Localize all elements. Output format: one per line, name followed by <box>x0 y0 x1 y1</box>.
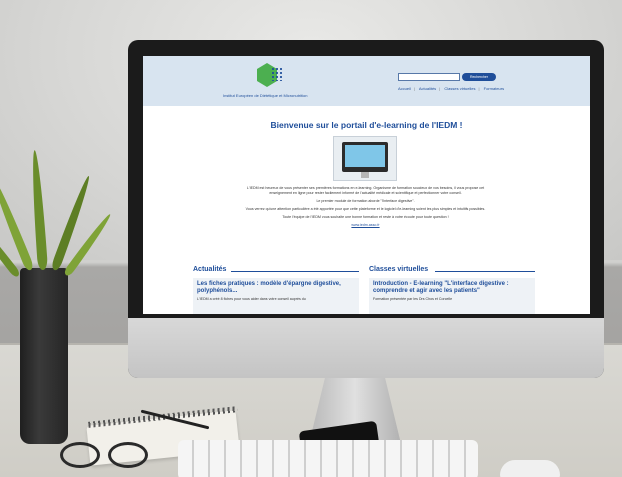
class-card-text: Formation présentée par les Drs Chos et … <box>373 297 453 301</box>
intro-text: L'IEDM est heureux de vous présenter ses… <box>238 186 493 231</box>
monitor-chin <box>128 318 604 378</box>
news-card-title[interactable]: Les fiches pratiques : modèle d'épargne … <box>193 278 359 295</box>
logo-dots-icon <box>271 67 283 81</box>
mouse <box>500 460 560 477</box>
site-header: Institut Européen de Diététique et Micro… <box>143 56 590 106</box>
hero-monitor-illustration <box>342 142 388 172</box>
search-button[interactable]: Rechercher <box>462 73 496 81</box>
section-rule <box>435 271 535 272</box>
nav-separator: | <box>439 86 441 91</box>
news-card-text: L'IEDM a créé 8 fiches pour vous aider d… <box>197 297 306 301</box>
monitor-screen: Institut Européen de Diététique et Micro… <box>143 56 590 314</box>
nav-item-classes-virtuelles[interactable]: Classes virtuelles <box>444 86 475 91</box>
search-input[interactable] <box>398 73 460 81</box>
plant-pot <box>20 268 68 444</box>
intro-paragraph: Toute l'équipe de l'IEDM vous souhaite u… <box>282 215 449 219</box>
site-link[interactable]: www.iedm.asso.fr <box>351 223 379 227</box>
class-card-title[interactable]: Introduction - E-learning "L'interface d… <box>369 278 535 295</box>
page-title: Bienvenue sur le portail d'e-learning de… <box>270 120 463 130</box>
hero-monitor-screen <box>345 145 385 167</box>
news-card[interactable]: Les fiches pratiques : modèle d'épargne … <box>193 278 359 314</box>
logo-text: Institut Européen de Diététique et Micro… <box>223 93 308 98</box>
glasses-lens <box>60 442 100 468</box>
section-title-actualites: Actualités <box>193 266 227 273</box>
hero-image <box>333 136 397 181</box>
glasses <box>60 440 160 470</box>
intro-paragraph: Vous verrez qu'une attention particulièr… <box>245 207 486 211</box>
nav-separator: | <box>413 86 415 91</box>
section-title-classes-virtuelles: Classes virtuelles <box>369 266 429 273</box>
hero-monitor-stand <box>361 172 369 178</box>
top-nav: Accueil | Actualités | Classes virtuelles |… <box>398 86 507 91</box>
class-card[interactable]: Introduction - E-learning "L'interface d… <box>369 278 535 314</box>
section-rule <box>231 271 359 272</box>
nav-item-accueil[interactable]: Accueil <box>398 86 411 91</box>
intro-paragraph: L'IEDM est heureux de vous présenter ses… <box>246 186 485 195</box>
glasses-lens <box>108 442 148 468</box>
intro-paragraph: Le premier module de formation aborde "l… <box>316 199 415 203</box>
nav-item-formateurs[interactable]: Formateurs <box>484 86 504 91</box>
nav-separator: | <box>478 86 480 91</box>
keyboard <box>178 440 478 477</box>
site-logo[interactable] <box>253 63 283 89</box>
nav-item-actualites[interactable]: Actualités <box>419 86 436 91</box>
